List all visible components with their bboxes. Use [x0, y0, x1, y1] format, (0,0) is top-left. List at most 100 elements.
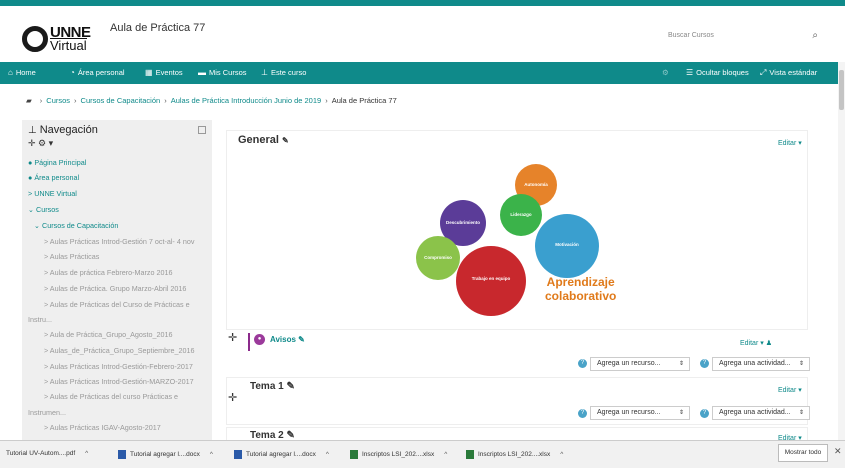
chevron-up-icon[interactable]: ^ [560, 451, 563, 458]
sidebar-item[interactable]: > Aulas Prácticas [44, 252, 99, 261]
standard-view-button[interactable]: ⤢ Vista estándar [760, 68, 817, 78]
sidebar-item[interactable]: Instru... [28, 315, 52, 324]
search-input[interactable]: Buscar Cursos ⌕ [660, 26, 830, 48]
sidebar-item[interactable]: Instrumen... [28, 408, 66, 417]
download-bar: Tutorial UV-Autom....pdf ^ Tutorial agreg… [0, 440, 845, 468]
page-scrollbar[interactable] [838, 62, 845, 440]
download-filename: Tutorial agregar l....docx [246, 451, 316, 459]
breadcrumb-item-cursos[interactable]: Cursos [46, 96, 70, 105]
close-icon[interactable]: ✕ [834, 446, 842, 457]
avisos-indent-bar [248, 333, 250, 351]
nav-mis-cursos[interactable]: ▬ Mis Cursos [198, 68, 247, 77]
sidebar-item[interactable]: > Aulas de Práctica. Grupo Marzo-Abril 2… [44, 284, 186, 293]
gear-label: Liderazgo [510, 212, 532, 217]
briefcase-icon: ▬ [198, 68, 206, 77]
download-filename: Inscriptos LSI_202....xlsx [478, 451, 551, 459]
block-title-text: Navegación [39, 124, 98, 136]
sidebar-item[interactable]: > Aulas de Prácticas del curso Prácticas… [44, 392, 178, 401]
gear-icon[interactable]: ⚙ [662, 68, 669, 77]
list-icon: ☰ [686, 68, 694, 77]
scrollbar-thumb[interactable] [839, 70, 844, 110]
help-icon[interactable]: ? [578, 359, 587, 368]
hide-blocks-label: Ocultar bloques [696, 68, 749, 77]
chevron-up-icon[interactable]: ^ [326, 451, 329, 458]
sidebar-item[interactable]: > Aulas de práctica Febrero-Marzo 2016 [44, 268, 172, 277]
block-controls[interactable]: ✛ ⚙ ▾ [28, 138, 53, 149]
add-activity-select[interactable]: Agrega una actividad... ⇕ [712, 357, 810, 371]
nav-este-curso[interactable]: ⊥ Este curso [261, 68, 306, 77]
download-item[interactable]: Tutorial agregar l....docx ^ [234, 450, 329, 459]
gear-label: Autonomía [524, 182, 548, 187]
sidebar-item[interactable]: > UNNE Virtual [28, 189, 77, 198]
hide-blocks-button[interactable]: ☰ Ocultar bloques [686, 68, 749, 77]
user-icon[interactable]: ♟ [766, 340, 772, 347]
pencil-icon[interactable]: ✎ [282, 136, 289, 145]
search-placeholder: Buscar Cursos [668, 32, 714, 39]
move-icon[interactable]: ✛ [228, 331, 237, 344]
sidebar-item[interactable]: ⌄ Cursos [28, 205, 59, 214]
calendar-icon: ▦ [145, 68, 153, 77]
nav-label: Home [15, 68, 36, 77]
sidebar-item[interactable]: > Aulas_de_Práctica_Grupo_Septiembre_201… [44, 346, 194, 355]
avisos-text: Avisos [270, 335, 296, 344]
gear-label: Trabajo en equipo [471, 276, 511, 281]
sidebar-item-label: Página Principal [34, 158, 87, 167]
select-value: Agrega una actividad... [719, 360, 791, 367]
download-item[interactable]: Inscriptos LSI_202....xlsx ^ [350, 450, 447, 459]
edit-menu-avisos[interactable]: Editar ▾ ♟ [740, 339, 772, 347]
download-item[interactable]: Tutorial agregar l....docx ^ [118, 450, 213, 459]
chevron-up-icon[interactable]: ^ [210, 451, 213, 458]
sidebar-item[interactable]: > Aulas Prácticas Introd-Gestión 7 oct-a… [44, 237, 194, 246]
nav-area-personal[interactable]: ◔ Área personal [70, 68, 125, 77]
avisos-link[interactable]: Avisos ✎ [270, 335, 305, 344]
breadcrumb-item-aulas[interactable]: Aulas de Práctica Introducción Junio de … [171, 96, 322, 105]
unne-virtual-logo[interactable]: UNNE Virtual [22, 24, 94, 54]
sidebar-item[interactable]: > Aulas Prácticas Introd-Gestión-Febrero… [44, 362, 193, 371]
top-navigation: ⌂ Home ◔ Área personal ▦ Eventos ▬ Mis Curso… [0, 62, 845, 84]
sidebar-item[interactable]: > Aula de Práctica_Grupo_Agosto_2016 [44, 330, 172, 339]
logo-bottom-text: Virtual [50, 38, 87, 53]
download-item[interactable]: Inscriptos LSI_202....xlsx ^ [466, 450, 563, 459]
help-icon[interactable]: ? [700, 409, 709, 418]
graphic-title-line1: Aprendizaje [546, 275, 615, 289]
nav-label: Eventos [155, 68, 183, 77]
download-item[interactable]: Tutorial UV-Autom....pdf ^ [6, 450, 88, 457]
excel-file-icon [350, 450, 358, 459]
add-activity-select[interactable]: Agrega una actividad... ⇕ [712, 406, 810, 420]
section-title-text: Tema 1 [250, 381, 284, 392]
sidebar-item[interactable]: ⌄ Cursos de Capacitación [34, 221, 118, 230]
nav-label: Este curso [270, 68, 307, 77]
edit-menu-tema1[interactable]: Editar ▾ [778, 386, 802, 394]
graphic-title: Aprendizaje colaborativo [545, 275, 616, 303]
help-icon[interactable]: ? [578, 409, 587, 418]
select-value: Agrega un recurso... [597, 409, 661, 416]
download-filename: Tutorial UV-Autom....pdf [6, 450, 76, 457]
help-icon[interactable]: ? [700, 359, 709, 368]
search-icon[interactable]: ⌕ [812, 30, 818, 41]
home-icon: ⌂ [8, 68, 13, 77]
dock-icon[interactable] [198, 126, 206, 134]
sidebar-item[interactable]: ● Área personal [28, 173, 79, 182]
sidebar-item[interactable]: > Aulas Prácticas Introd-Gestión-MARZO-2… [44, 377, 194, 386]
pencil-icon[interactable]: ✎ [287, 381, 295, 392]
sidebar-item[interactable]: ● Página Principal [28, 158, 86, 167]
breadcrumb-item-capacitacion[interactable]: Cursos de Capacitación [81, 96, 161, 105]
section-title-text: General [238, 134, 279, 146]
block-title: ⊥ Navegación [28, 124, 98, 136]
add-resource-select[interactable]: Agrega un recurso... ⇕ [590, 406, 690, 420]
sidebar-item[interactable]: > Aulas Prácticas IGAV-Agosto-2017 [44, 423, 161, 432]
dashboard-icon: ◔ [70, 68, 75, 77]
move-icon[interactable]: ✛ [228, 391, 237, 404]
show-all-button[interactable]: Mostrar todo [778, 444, 828, 462]
nav-eventos[interactable]: ▦ Eventos [145, 68, 183, 77]
nav-home[interactable]: ⌂ Home [8, 68, 36, 77]
chevron-up-icon[interactable]: ^ [85, 450, 88, 457]
edit-menu-general[interactable]: Editar ▾ [778, 139, 802, 147]
add-resource-select[interactable]: Agrega un recurso... ⇕ [590, 357, 690, 371]
chevron-up-icon[interactable]: ^ [444, 451, 447, 458]
sidebar-item[interactable]: > Aulas de Prácticas del Curso de Prácti… [44, 300, 190, 309]
sitemap-icon: ⊥ [28, 125, 37, 136]
nav-label: Área personal [77, 68, 125, 77]
pencil-icon[interactable]: ✎ [298, 335, 305, 344]
sitemap-icon: ⊥ [261, 68, 268, 77]
